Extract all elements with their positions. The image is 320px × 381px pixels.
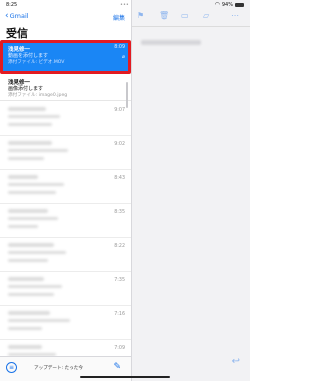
blurred-text: [8, 183, 64, 186]
list-item[interactable]: 8:35: [0, 204, 131, 238]
mail-time: 9:07: [114, 108, 125, 113]
blurred-text: [8, 277, 44, 281]
back-to-gmail-button[interactable]: ‹ Gmail: [5, 11, 29, 21]
blurred-text: [8, 123, 52, 126]
mail-time: 7:35: [114, 278, 125, 283]
mail-time: 7:16: [114, 312, 125, 317]
blurred-text: [8, 251, 66, 254]
blurred-text: [8, 141, 52, 145]
blurred-text: [8, 345, 42, 349]
blurred-text: [8, 285, 62, 288]
blurred-text: [8, 107, 46, 111]
mail-attachment: 添付ファイル: ビデオ.MOV: [8, 60, 65, 65]
multitask-dots[interactable]: •••: [120, 0, 129, 10]
mail-time: 8:43: [114, 176, 125, 181]
more-icon[interactable]: ⋯: [231, 12, 239, 20]
blurred-text: [8, 293, 54, 296]
chevron-left-icon: ‹: [5, 11, 9, 21]
wifi-icon: ◠: [214, 1, 220, 8]
reply-icon[interactable]: ↩: [232, 356, 240, 367]
mail-time: 8:22: [114, 244, 125, 249]
status-bar: 8:25 ••• ◠ 94%: [0, 0, 250, 10]
battery-percent: 94%: [221, 2, 233, 8]
mail-sidebar: ‹ Gmail 編集 受信 浅見修一 動画を添付します 添付ファイル: ビデオ.…: [0, 0, 132, 381]
blurred-text: [8, 209, 48, 213]
blurred-text: [8, 217, 58, 220]
mail-row[interactable]: 浅見修一 画像添付します 添付ファイル: image0.jpeg: [0, 74, 131, 101]
blurred-text: [8, 259, 48, 262]
mail-time: 9:02: [114, 142, 125, 147]
blurred-text: [8, 327, 42, 330]
update-status: アップデート: たった今: [34, 366, 83, 371]
blurred-text: [8, 243, 54, 247]
paperclip-icon: ⌀: [121, 54, 125, 60]
trash-icon[interactable]: 🗑: [159, 12, 169, 20]
mail-row-selected[interactable]: 浅見修一 動画を添付します 添付ファイル: ビデオ.MOV 8:09 ⌀: [0, 40, 131, 74]
list-item[interactable]: 9:07: [0, 102, 131, 136]
mail-subject: 画像添付します: [8, 86, 44, 92]
message-detail-pane: ⚑ 🗑 ▭ ▱ ⋯ ↩: [131, 0, 250, 381]
detail-divider: [131, 26, 250, 27]
blurred-text: [8, 191, 56, 194]
list-item[interactable]: 8:22: [0, 238, 131, 272]
mail-time: 8:35: [114, 210, 125, 215]
status-time: 8:25: [6, 2, 18, 8]
status-indicators: ◠ 94%: [215, 0, 244, 10]
filter-icon[interactable]: ≡: [6, 362, 17, 373]
page-title: 受信: [6, 27, 28, 40]
archive-icon[interactable]: ▭: [181, 12, 189, 20]
list-item[interactable]: 7:16: [0, 306, 131, 340]
blurred-text: [8, 115, 60, 118]
blurred-message-header: [141, 40, 201, 45]
scrollbar-thumb[interactable]: [126, 82, 128, 108]
detail-toolbar: ⚑ 🗑 ▭ ▱ ⋯: [131, 8, 250, 22]
list-item[interactable]: 9:02: [0, 136, 131, 170]
battery-icon: [235, 3, 244, 7]
mail-time: 8:09: [114, 45, 125, 50]
home-indicator[interactable]: [80, 376, 170, 378]
mail-subject: 動画を添付します: [8, 53, 49, 59]
edit-button[interactable]: 編集: [113, 13, 125, 22]
folder-icon[interactable]: ▱: [203, 12, 209, 20]
list-item[interactable]: 7:35: [0, 272, 131, 306]
blurred-text: [8, 319, 70, 322]
blurred-text: [8, 157, 44, 160]
flag-icon[interactable]: ⚑: [137, 12, 144, 20]
blurred-text: [8, 225, 38, 228]
blurred-text: [8, 311, 50, 315]
list-item[interactable]: 8:43: [0, 170, 131, 204]
compose-icon[interactable]: ✎: [113, 362, 121, 372]
back-label: Gmail: [9, 12, 29, 20]
blurred-text: [8, 175, 38, 179]
blurred-text: [8, 149, 68, 152]
battery-fill: [236, 4, 243, 6]
mail-attachment: 添付ファイル: image0.jpeg: [8, 93, 68, 98]
mail-time: 7:09: [114, 346, 125, 351]
